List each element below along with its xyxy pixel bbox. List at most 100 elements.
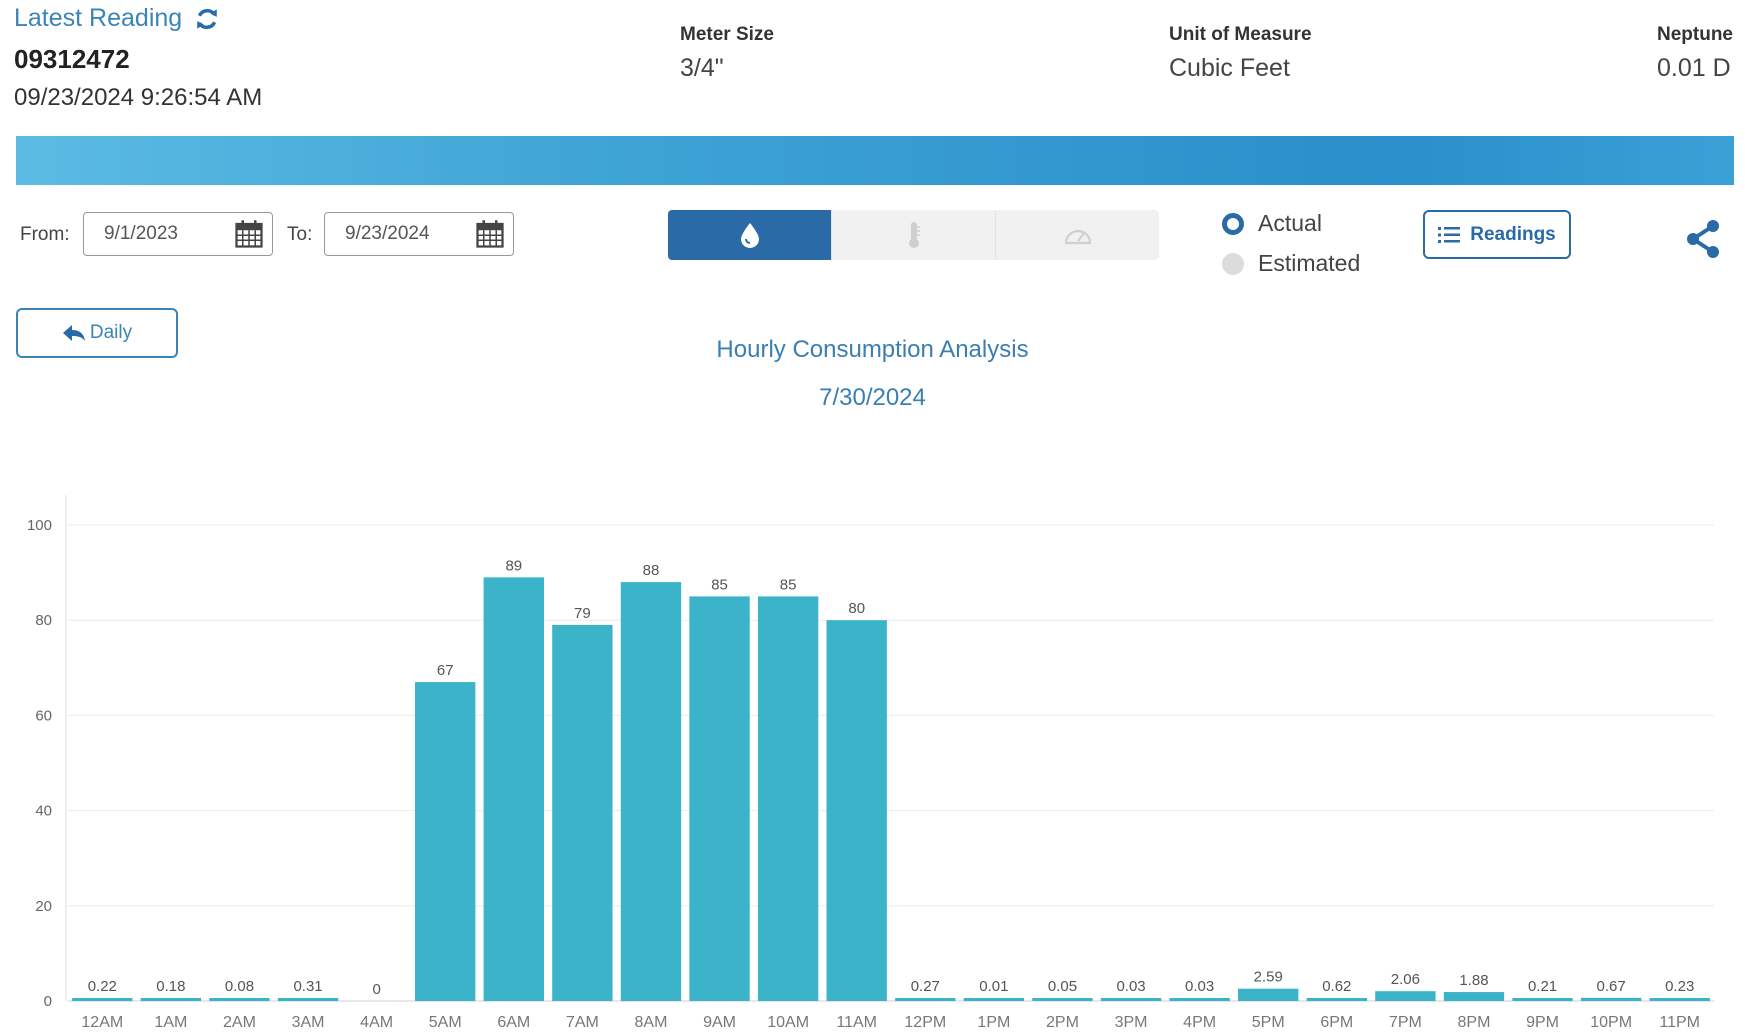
x-tick-label: 1PM [977,1014,1010,1031]
data-label: 89 [505,557,522,574]
neptune-value: 0.01 D [1657,54,1731,82]
measurement-type-toggle [668,210,1159,260]
share-icon[interactable] [1684,218,1722,260]
x-tick-label: 1AM [154,1014,187,1031]
x-tick-label: 7PM [1389,1014,1422,1031]
data-label: 67 [437,662,454,679]
bar [209,998,270,1001]
data-label: 2.59 [1254,969,1283,986]
calendar-icon[interactable] [475,219,505,249]
from-date-value: 9/1/2023 [104,223,178,244]
chart-title: Hourly Consumption Analysis [716,336,1029,363]
data-label: 0.03 [1116,978,1145,995]
data-label: 79 [574,605,591,622]
x-tick-label: 2AM [223,1014,256,1031]
x-tick-label: 5AM [429,1014,462,1031]
bar [895,998,956,1001]
latest-reading-header: Latest Reading [14,4,220,33]
x-tick-label: 3PM [1115,1014,1148,1031]
to-label: To: [287,224,313,245]
bar [72,998,133,1001]
y-tick-label: 80 [35,612,52,629]
x-tick-label: 11PM [1659,1014,1700,1031]
thermometer-icon [908,222,920,248]
data-label: 0.67 [1597,978,1626,995]
x-tick-label: 6PM [1320,1014,1353,1031]
data-label: 0.08 [225,978,254,995]
bar [483,577,544,1001]
data-label: 0.01 [979,978,1008,995]
data-label: 0.03 [1185,978,1214,995]
data-label: 1.88 [1459,972,1488,989]
hourly-consumption-chart: 0 20 40 60 80 100 0.22 12AM 0.18 1AM 0.08 2AM 0.31 3A… [27,495,1714,1031]
x-tick-label: 3AM [292,1014,325,1031]
y-tick-label: 0 [44,993,52,1010]
refresh-icon[interactable] [194,6,220,32]
x-tick-label: 6AM [497,1014,530,1031]
unit-of-measure-label: Unit of Measure [1169,24,1312,45]
bar [757,596,819,1001]
data-label: 0.21 [1528,978,1557,995]
x-tick-label: 11AM [836,1014,877,1031]
bar [1169,998,1230,1001]
bar [1032,998,1093,1001]
readings-button[interactable]: Readings [1423,210,1571,259]
radio-estimated[interactable]: Estimated [1222,250,1360,277]
reading-datetime: 09/23/2024 9:26:54 AM [14,84,263,111]
data-label: 2.06 [1391,971,1420,988]
from-date-input[interactable]: 9/1/2023 [83,212,273,256]
radio-estimated-indicator[interactable] [1222,252,1244,275]
radio-actual-label: Actual [1258,210,1322,236]
water-drop-icon [740,223,759,248]
neptune-label: Neptune [1657,24,1733,45]
bar [140,998,202,1001]
x-tick-label: 9AM [703,1014,736,1031]
header-banner [16,136,1734,185]
bar [1512,998,1573,1001]
bar [1649,998,1710,1001]
radio-actual-indicator[interactable] [1222,212,1244,235]
data-label: 0.27 [911,978,940,995]
to-date-value: 9/23/2024 [345,223,430,244]
bar [552,624,613,1001]
bar [1443,992,1505,1001]
pressure-tab[interactable] [995,210,1159,260]
x-tick-label: 5PM [1252,1014,1285,1031]
gauge-icon [1064,229,1091,245]
to-date-input[interactable]: 9/23/2024 [324,212,514,256]
y-tick-label: 40 [35,803,52,820]
x-tick-label: 7AM [566,1014,599,1031]
x-tick-label: 12AM [81,1014,123,1031]
data-label: 0.31 [293,978,322,995]
water-tab[interactable] [668,210,831,260]
data-label: 0.18 [156,978,185,995]
data-label: 85 [711,576,728,593]
x-tick-label: 12PM [904,1014,946,1031]
bar [1375,991,1436,1001]
data-label: 88 [643,562,660,579]
list-icon [1438,226,1461,243]
calendar-icon[interactable] [234,219,264,249]
bar [1100,998,1162,1001]
unit-of-measure-value: Cubic Feet [1169,54,1290,82]
radio-actual[interactable]: Actual [1222,210,1322,237]
data-label: 0.23 [1665,978,1694,995]
bar [963,998,1025,1001]
data-label: 85 [780,576,797,593]
bar [415,682,476,1001]
y-tick-label: 60 [35,707,52,724]
bar [826,620,887,1001]
data-label: 80 [848,600,865,617]
x-tick-label: 9PM [1526,1014,1559,1031]
x-tick-label: 8AM [635,1014,668,1031]
data-label: 0 [372,981,380,998]
x-tick-label: 8PM [1458,1014,1491,1031]
chart-subtitle: 7/30/2024 [819,384,926,411]
latest-reading-label: Latest Reading [14,4,183,32]
readings-button-label: Readings [1470,223,1556,245]
bar [1580,997,1642,1001]
bar [277,998,339,1001]
temperature-tab[interactable] [831,210,995,260]
radio-estimated-label: Estimated [1258,250,1361,276]
meter-size-label: Meter Size [680,24,774,45]
